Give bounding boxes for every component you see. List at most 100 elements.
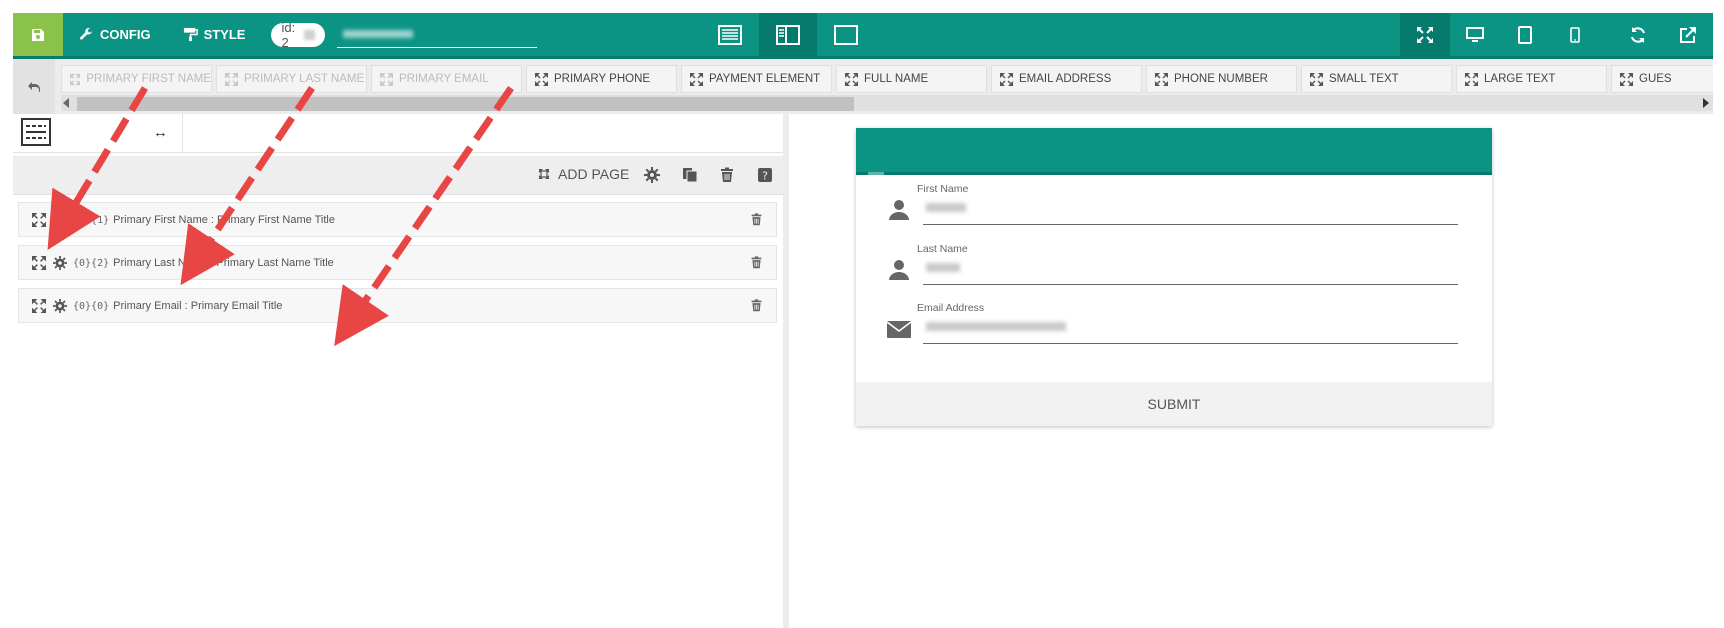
single-view-button[interactable] bbox=[817, 13, 875, 56]
element-chip[interactable]: PAYMENT ELEMENT bbox=[681, 65, 832, 93]
drag-expand-icon bbox=[535, 72, 548, 86]
field-row-text: Primary Email : Primary Email Title bbox=[113, 299, 283, 312]
preview-field-underline bbox=[923, 224, 1458, 225]
drag-expand-icon[interactable] bbox=[32, 255, 46, 270]
drag-expand-icon bbox=[1620, 72, 1633, 86]
copy-page-icon[interactable] bbox=[682, 167, 698, 183]
field-settings-gear-icon[interactable] bbox=[53, 255, 67, 270]
tablet-preview-button[interactable] bbox=[1500, 13, 1550, 56]
field-row-label: {0}{0} Primary Email : Primary Email Titl… bbox=[73, 300, 282, 312]
mobile-preview-button[interactable] bbox=[1550, 13, 1600, 56]
preview-field: Last Name bbox=[886, 243, 1458, 301]
preview-field-input[interactable] bbox=[926, 203, 966, 212]
undo-button[interactable] bbox=[13, 59, 55, 114]
field-settings-gear-icon[interactable] bbox=[53, 298, 67, 313]
drag-expand-icon bbox=[70, 73, 81, 85]
element-chip-label: PRIMARY PHONE bbox=[554, 73, 651, 85]
desktop-preview-button[interactable] bbox=[1450, 13, 1500, 56]
add-page-button[interactable]: ADD PAGE bbox=[538, 166, 629, 182]
expand-icon bbox=[539, 169, 549, 179]
field-row-code: {0}{2} bbox=[73, 257, 110, 269]
element-chip-label: LARGE TEXT bbox=[1484, 73, 1556, 85]
tablet-icon bbox=[1518, 25, 1532, 44]
form-title-redacted bbox=[343, 30, 414, 38]
form-preview-header bbox=[856, 128, 1492, 175]
element-chip[interactable]: PHONE NUMBER bbox=[1146, 65, 1297, 93]
field-settings-gear-icon[interactable] bbox=[53, 212, 67, 227]
form-builder-app: CONFIG STYLE id: 2 PRIMARY FIRST NAME PR… bbox=[13, 13, 1713, 628]
list-view-button[interactable] bbox=[701, 13, 759, 56]
scroll-left-arrow[interactable] bbox=[63, 98, 69, 108]
page-settings-gear-icon[interactable] bbox=[644, 167, 660, 183]
split-view-button[interactable] bbox=[759, 13, 817, 56]
preview-field-input[interactable] bbox=[926, 322, 1066, 331]
refresh-button[interactable] bbox=[1613, 13, 1663, 56]
drag-expand-icon bbox=[845, 72, 858, 86]
swap-arrows-icon[interactable]: ↔ bbox=[153, 124, 168, 141]
element-chip[interactable]: FULL NAME bbox=[836, 65, 987, 93]
user-icon bbox=[889, 200, 909, 220]
external-link-icon bbox=[1680, 26, 1696, 43]
field-row-text: Primary First Name : Primary First Name … bbox=[113, 213, 335, 226]
drag-expand-icon[interactable] bbox=[32, 212, 46, 227]
delete-page-trash-icon[interactable] bbox=[719, 167, 735, 183]
element-chip[interactable]: PRIMARY LAST NAME bbox=[216, 65, 367, 93]
scroll-right-arrow[interactable] bbox=[1703, 98, 1709, 108]
submit-button[interactable]: SUBMIT bbox=[856, 382, 1492, 426]
element-chip[interactable]: SMALL TEXT bbox=[1301, 65, 1452, 93]
scrollbar-thumb[interactable] bbox=[77, 97, 854, 111]
help-icon[interactable]: ? bbox=[757, 167, 773, 183]
drag-expand-icon[interactable] bbox=[32, 298, 46, 313]
elements-toolbar: PRIMARY FIRST NAME PRIMARY LAST NAME PRIMA… bbox=[13, 59, 1713, 114]
save-button[interactable] bbox=[13, 13, 63, 56]
preview-field-underline bbox=[923, 343, 1458, 344]
layout-grid-icon[interactable] bbox=[21, 118, 51, 146]
delete-field-trash-icon[interactable] bbox=[750, 255, 763, 270]
element-chip-label: EMAIL ADDRESS bbox=[1019, 73, 1112, 85]
form-preview-panel: First Name Last Name Email Address SUBMIT bbox=[789, 114, 1713, 628]
preview-field: Email Address bbox=[886, 302, 1458, 360]
element-chip[interactable]: PRIMARY FIRST NAME bbox=[61, 65, 212, 93]
field-row[interactable]: {0}{2} Primary Last Name : Primary Last N… bbox=[18, 245, 777, 280]
wrench-icon bbox=[80, 27, 93, 40]
element-chip[interactable]: PRIMARY PHONE bbox=[526, 65, 677, 93]
preview-field-label: Last Name bbox=[917, 243, 968, 255]
element-chip-label: PAYMENT ELEMENT bbox=[709, 73, 821, 85]
field-row[interactable]: {0}{1} Primary First Name : Primary First… bbox=[18, 202, 777, 237]
form-title-input[interactable] bbox=[337, 21, 538, 48]
config-button[interactable]: CONFIG bbox=[63, 13, 167, 56]
delete-field-trash-icon[interactable] bbox=[750, 298, 763, 313]
field-row[interactable]: {0}{0} Primary Email : Primary Email Titl… bbox=[18, 288, 777, 323]
preview-field-label: First Name bbox=[917, 183, 969, 195]
drag-expand-icon bbox=[225, 72, 238, 86]
drag-expand-icon bbox=[1155, 72, 1168, 86]
element-chip[interactable]: LARGE TEXT bbox=[1456, 65, 1607, 93]
list-view-icon bbox=[718, 24, 742, 45]
open-external-button[interactable] bbox=[1663, 13, 1713, 56]
svg-text:?: ? bbox=[762, 170, 768, 183]
split-view-icon bbox=[776, 24, 800, 45]
element-chip[interactable]: EMAIL ADDRESS bbox=[991, 65, 1142, 93]
element-chip[interactable]: GUES bbox=[1611, 65, 1713, 93]
element-chip-label: PRIMARY LAST NAME bbox=[244, 73, 365, 85]
element-chip-label: SMALL TEXT bbox=[1329, 73, 1399, 85]
preview-field-label: Email Address bbox=[917, 302, 985, 314]
field-row-code: {0}{1} bbox=[73, 214, 110, 226]
add-page-label: ADD PAGE bbox=[558, 166, 630, 182]
mobile-icon bbox=[1570, 26, 1580, 43]
element-chip-label: FULL NAME bbox=[864, 73, 929, 85]
field-row-text: Primary Last Name : Primary Last Name Ti… bbox=[113, 256, 334, 269]
form-id-text: id: 2 bbox=[281, 19, 296, 50]
element-chip-label: PRIMARY EMAIL bbox=[399, 73, 489, 85]
style-button[interactable]: STYLE bbox=[167, 13, 262, 56]
element-chip-list: PRIMARY FIRST NAME PRIMARY LAST NAME PRIMA… bbox=[61, 65, 1713, 93]
field-row-code: {0}{0} bbox=[73, 300, 110, 312]
element-chip[interactable]: PRIMARY EMAIL bbox=[371, 65, 522, 93]
form-id-redacted bbox=[303, 29, 316, 40]
delete-field-trash-icon[interactable] bbox=[750, 212, 763, 227]
elements-scrollbar[interactable] bbox=[61, 95, 1713, 111]
preview-field-input[interactable] bbox=[926, 263, 960, 272]
fullscreen-button[interactable] bbox=[1400, 13, 1450, 56]
page-toolbar: ADD PAGE ? bbox=[13, 156, 783, 195]
user-icon bbox=[889, 260, 909, 280]
